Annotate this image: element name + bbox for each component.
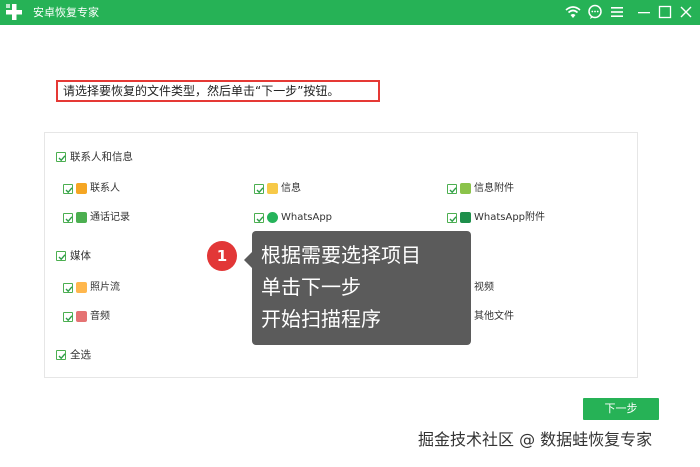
group-label-media: 媒体 (70, 250, 91, 262)
step-badge: 1 (207, 241, 237, 271)
wifi-icon[interactable] (565, 4, 581, 20)
group-checkbox-media[interactable] (56, 251, 66, 261)
minimize-icon[interactable] (636, 4, 652, 20)
app-title: 安卓恢复专家 (33, 6, 99, 19)
tooltip-arrow (244, 252, 252, 268)
item-label-call-logs: 通话记录 (90, 212, 130, 223)
instruction-text: 请选择要恢复的文件类型，然后单击“下一步”按钮。 (56, 80, 380, 102)
whatsapp-attachment-icon (460, 212, 471, 223)
checkbox-whatsapp[interactable] (254, 213, 264, 223)
item-label-audio: 音频 (90, 311, 110, 322)
item-label-contacts: 联系人 (90, 183, 120, 194)
whatsapp-icon (267, 212, 278, 223)
menu-icon[interactable] (609, 4, 625, 20)
title-bar: 安卓恢复专家 (0, 0, 700, 25)
select-all-label: 全选 (70, 349, 91, 361)
item-label-message-attachments: 信息附件 (474, 183, 514, 194)
close-icon[interactable] (678, 4, 694, 20)
checkbox-messages[interactable] (254, 184, 264, 194)
photo-icon (76, 282, 87, 293)
group-checkbox-contacts-messages[interactable] (56, 152, 66, 162)
maximize-icon[interactable] (657, 4, 673, 20)
item-label-photo-stream: 照片流 (90, 282, 120, 293)
audio-icon (76, 311, 87, 322)
item-label-messages: 信息 (281, 183, 301, 194)
checkbox-call-logs[interactable] (63, 213, 73, 223)
checkbox-message-attachments[interactable] (447, 184, 457, 194)
next-button[interactable]: 下一步 (583, 398, 659, 420)
app-logo-icon (6, 4, 22, 20)
tooltip-line-3: 开始扫描程序 (261, 307, 381, 331)
item-label-video: 视频 (474, 282, 494, 293)
item-label-whatsapp-attachments: WhatsApp附件 (474, 212, 546, 223)
phone-icon (76, 212, 87, 223)
messages-icon (267, 183, 278, 194)
checkbox-audio[interactable] (63, 312, 73, 322)
item-label-whatsapp: WhatsApp (281, 212, 333, 223)
checkbox-photo-stream[interactable] (63, 283, 73, 293)
tooltip-line-2: 单击下一步 (261, 275, 361, 299)
checkbox-whatsapp-attachments[interactable] (447, 213, 457, 223)
watermark-text: 掘金技术社区 @ 数据蛙恢复专家 (418, 430, 653, 449)
select-all-checkbox[interactable] (56, 350, 66, 360)
paperclip-icon (460, 183, 471, 194)
tooltip-line-1: 根据需要选择项目 (261, 243, 421, 267)
tutorial-tooltip: 根据需要选择项目 单击下一步 开始扫描程序 (244, 231, 471, 345)
group-label-contacts-messages: 联系人和信息 (70, 151, 133, 163)
checkbox-contacts[interactable] (63, 184, 73, 194)
contacts-icon (76, 183, 87, 194)
chat-icon[interactable] (587, 4, 603, 20)
item-label-other-files: 其他文件 (474, 311, 514, 322)
